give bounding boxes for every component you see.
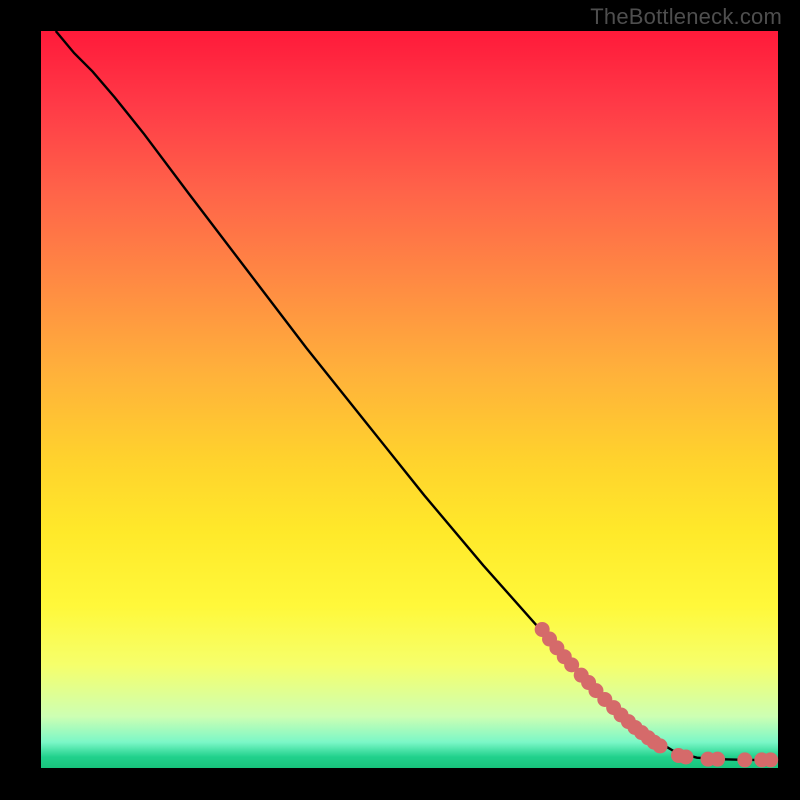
chart-svg <box>41 31 778 768</box>
chart-frame: TheBottleneck.com <box>0 0 800 800</box>
plot-area <box>41 31 778 768</box>
data-point <box>763 752 778 767</box>
data-point <box>710 752 725 767</box>
data-point <box>653 738 668 753</box>
data-point <box>737 752 752 767</box>
bottleneck-curve <box>56 31 778 760</box>
data-point <box>678 749 693 764</box>
data-markers <box>535 622 778 767</box>
watermark-text: TheBottleneck.com <box>590 4 782 30</box>
